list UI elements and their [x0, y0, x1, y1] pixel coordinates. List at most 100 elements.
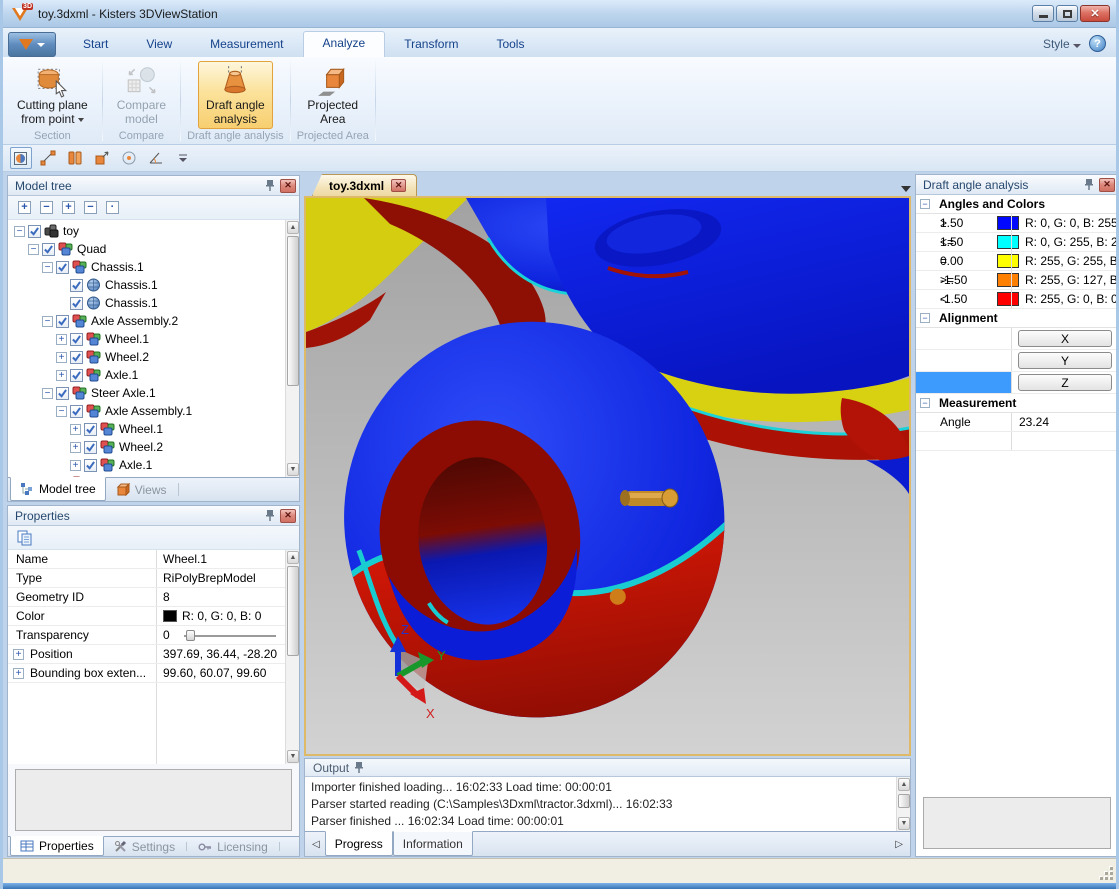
close-panel-icon[interactable]: ✕ — [280, 179, 296, 193]
tree-scrollbar[interactable]: ▲ ▼ — [285, 220, 299, 477]
tree-checkbox[interactable] — [84, 441, 97, 454]
scroll-thumb[interactable] — [898, 794, 910, 808]
help-button[interactable]: ? — [1089, 35, 1106, 52]
copy-icon[interactable] — [16, 529, 33, 546]
section-columns-icon[interactable] — [64, 147, 86, 169]
tree-checkbox[interactable] — [56, 387, 69, 400]
tree-checkbox[interactable] — [84, 459, 97, 472]
tab-properties[interactable]: Properties — [10, 836, 104, 856]
property-value[interactable]: 8 — [156, 590, 285, 604]
projected-area-button[interactable]: Projected Area — [299, 61, 366, 129]
tree-row[interactable]: +Axle.1 — [8, 456, 285, 474]
tree-checkbox[interactable] — [70, 405, 83, 418]
angle-value[interactable]: -1.50 — [940, 292, 989, 306]
tree-checkbox[interactable] — [84, 423, 97, 436]
tree-checkbox[interactable] — [56, 261, 69, 274]
scroll-up-icon[interactable]: ▲ — [287, 221, 299, 234]
align-x-button[interactable]: X — [1018, 330, 1112, 347]
pin-icon[interactable] — [1083, 178, 1095, 191]
align-z-button[interactable]: Z — [1018, 374, 1112, 391]
property-value[interactable]: RiPolyBrepModel — [156, 571, 285, 585]
property-value[interactable]: R: 0, G: 0, B: 0 — [156, 609, 285, 623]
tree-checkbox[interactable] — [70, 351, 83, 364]
measure-distance-icon[interactable] — [37, 147, 59, 169]
slider-thumb[interactable] — [186, 630, 195, 641]
minimize-button[interactable] — [1032, 5, 1054, 22]
alignment-selection-cell[interactable] — [916, 328, 1011, 349]
expand-all-button[interactable]: + — [18, 201, 31, 214]
tree-row[interactable]: −Axle Assembly.2 — [8, 312, 285, 330]
scroll-up-icon[interactable]: ▲ — [287, 551, 299, 564]
scroll-thumb[interactable] — [287, 566, 299, 656]
pin-icon[interactable] — [353, 761, 365, 774]
properties-scrollbar[interactable]: ▲ ▼ — [285, 550, 299, 764]
property-value[interactable]: 0 — [156, 628, 285, 642]
tab-analyze[interactable]: Analyze — [303, 31, 386, 57]
tree-row[interactable]: +Axle.1 — [8, 366, 285, 384]
expand-level-button[interactable]: · — [106, 201, 119, 214]
transparency-slider[interactable] — [184, 630, 276, 641]
scroll-down-icon[interactable]: ▼ — [287, 750, 299, 763]
tree-checkbox[interactable] — [70, 279, 83, 292]
property-value[interactable]: 99.60, 60.07, 99.60 — [156, 666, 285, 680]
tab-tools[interactable]: Tools — [477, 33, 543, 57]
restore-button[interactable] — [1056, 5, 1078, 22]
angle-color-swatch[interactable] — [997, 254, 1019, 268]
scroll-thumb[interactable] — [287, 236, 299, 386]
tree-row[interactable]: Chassis.1 — [8, 276, 285, 294]
tree-expander-icon[interactable]: + — [56, 370, 67, 381]
tab-model-tree[interactable]: Model tree — [10, 477, 106, 501]
tree-checkbox[interactable] — [42, 243, 55, 256]
angle-color-swatch[interactable] — [997, 273, 1019, 287]
tab-view[interactable]: View — [127, 33, 191, 57]
document-tab[interactable]: toy.3dxml ✕ — [312, 174, 417, 196]
close-button[interactable]: ✕ — [1080, 5, 1110, 22]
pin-icon[interactable] — [264, 509, 276, 522]
tab-transform[interactable]: Transform — [385, 33, 477, 57]
angle-value[interactable]: 1.50 — [940, 235, 989, 249]
alignment-selection-cell[interactable] — [916, 372, 1011, 393]
scroll-down-icon[interactable]: ▼ — [898, 817, 910, 830]
tree-row[interactable]: −Steer Axle.1 — [8, 384, 285, 402]
tree-row[interactable]: +Wheel.2 — [8, 438, 285, 456]
tree-row[interactable]: −toy — [8, 222, 285, 240]
toolbar-overflow-icon[interactable] — [172, 147, 194, 169]
collapse-icon[interactable]: − — [920, 313, 930, 323]
expand-icon[interactable]: + — [13, 649, 24, 660]
tabs-scroll-left-icon[interactable]: ◁ — [307, 832, 325, 856]
align-y-button[interactable]: Y — [1018, 352, 1112, 369]
tree-checkbox[interactable] — [70, 333, 83, 346]
tab-progress[interactable]: Progress — [325, 831, 393, 856]
tab-licensing[interactable]: Licensing — [188, 837, 278, 856]
scroll-down-icon[interactable]: ▼ — [287, 463, 299, 476]
close-panel-icon[interactable]: ✕ — [1099, 178, 1115, 192]
tree-row[interactable]: +Steer Wheel.1 — [8, 474, 285, 477]
angle-value[interactable]: -1.50 — [940, 273, 989, 287]
expand-icon[interactable]: + — [13, 668, 24, 679]
tab-settings[interactable]: Settings — [104, 837, 185, 856]
tree-expander-icon[interactable]: + — [70, 424, 81, 435]
collapse-icon[interactable]: − — [920, 398, 930, 408]
tree-checkbox[interactable] — [70, 369, 83, 382]
scroll-up-icon[interactable]: ▲ — [898, 778, 910, 791]
tree-checkbox[interactable] — [56, 315, 69, 328]
tree-expander-icon[interactable]: − — [14, 226, 25, 237]
measure-angle-icon[interactable] — [145, 147, 167, 169]
tab-list-dropdown-icon[interactable] — [901, 186, 911, 192]
tree-row[interactable]: −Axle Assembly.1 — [8, 402, 285, 420]
angle-value[interactable]: 1.50 — [940, 216, 989, 230]
application-menu-button[interactable] — [8, 32, 56, 57]
tree-expander-icon[interactable]: + — [56, 352, 67, 363]
tree-expander-icon[interactable]: + — [70, 442, 81, 453]
tab-start[interactable]: Start — [64, 33, 127, 57]
property-value[interactable]: Wheel.1 — [156, 552, 285, 566]
alignment-selection-cell[interactable] — [916, 350, 1011, 371]
tree-row[interactable]: +Wheel.1 — [8, 330, 285, 348]
tree-checkbox[interactable] — [56, 477, 69, 478]
tree-checkbox[interactable] — [28, 225, 41, 238]
tree-expander-icon[interactable]: − — [42, 262, 53, 273]
center-point-icon[interactable] — [118, 147, 140, 169]
tabs-scroll-right-icon[interactable]: ▷ — [890, 832, 908, 856]
tab-information[interactable]: Information — [393, 831, 473, 856]
tree-expander-icon[interactable]: + — [56, 334, 67, 345]
